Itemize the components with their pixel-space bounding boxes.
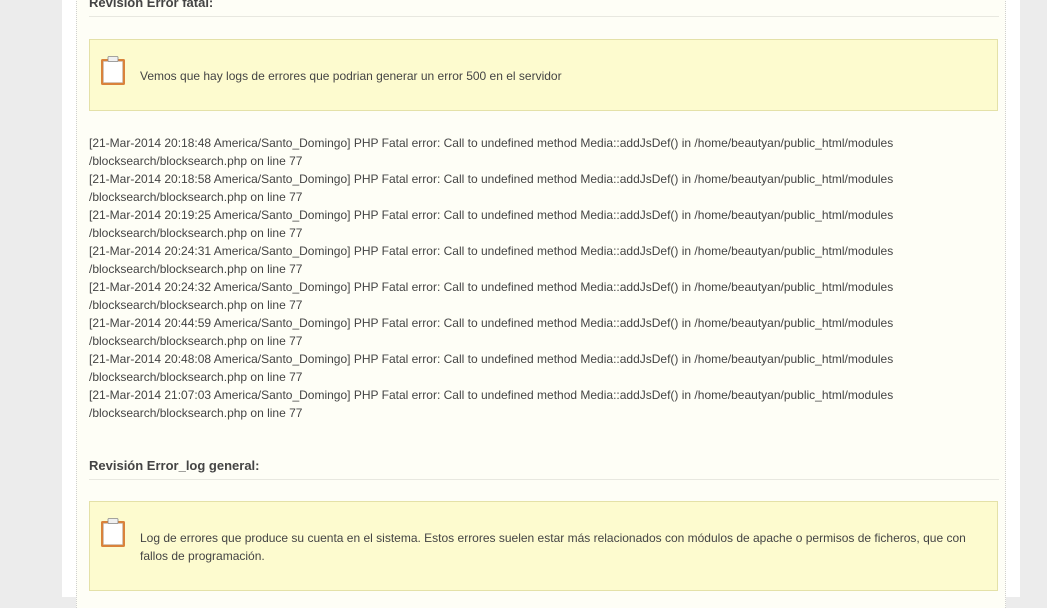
log-entry: [21-Mar-2014 20:19:25 America/Santo_Domi…	[89, 206, 1001, 242]
log-entry-text: [21-Mar-2014 21:07:03 America/Santo_Domi…	[89, 388, 894, 402]
section-heading-general: Revisión Error_log general:	[89, 458, 999, 480]
log-entry-text: [21-Mar-2014 20:18:48 America/Santo_Domi…	[89, 136, 894, 150]
fatal-log-list: [21-Mar-2014 20:18:48 America/Santo_Domi…	[89, 134, 1001, 422]
notice-box-fatal: Vemos que hay logs de errores que podria…	[89, 39, 998, 111]
log-entry: [21-Mar-2014 20:24:32 America/Santo_Domi…	[89, 278, 1001, 314]
log-entry-path: /blocksearch/blocksearch.php on line 77	[89, 334, 303, 348]
log-entry-text: [21-Mar-2014 20:48:08 America/Santo_Domi…	[89, 352, 894, 366]
log-entry-text: [21-Mar-2014 20:18:58 America/Santo_Domi…	[89, 172, 894, 186]
log-entry: [21-Mar-2014 20:48:08 America/Santo_Domi…	[89, 350, 1001, 386]
page-panel: Revisión Error fatal: Vemos que hay logs…	[62, 0, 1020, 608]
log-entry-path: /blocksearch/blocksearch.php on line 77	[89, 226, 303, 240]
log-entry-path: /blocksearch/blocksearch.php on line 77	[89, 298, 303, 312]
clipboard-icon	[101, 518, 125, 547]
log-entry-text: [21-Mar-2014 20:24:32 America/Santo_Domi…	[89, 280, 894, 294]
page-margin-left	[0, 0, 62, 597]
section-heading-fatal: Revisión Error fatal:	[89, 0, 999, 17]
page-margin-right	[1020, 0, 1047, 597]
clipboard-icon	[101, 56, 125, 85]
log-entry-path: /blocksearch/blocksearch.php on line 77	[89, 190, 303, 204]
log-entry-path: /blocksearch/blocksearch.php on line 77	[89, 370, 303, 384]
log-entry-path: /blocksearch/blocksearch.php on line 77	[89, 406, 303, 420]
content-area: Revisión Error fatal: Vemos que hay logs…	[76, 0, 1006, 608]
log-entry: [21-Mar-2014 20:18:58 America/Santo_Domi…	[89, 170, 1001, 206]
log-entry: [21-Mar-2014 20:24:31 America/Santo_Domi…	[89, 242, 1001, 278]
log-entry: [21-Mar-2014 20:18:48 America/Santo_Domi…	[89, 134, 1001, 170]
log-entry-text: [21-Mar-2014 20:24:31 America/Santo_Domi…	[89, 244, 894, 258]
log-entry: [21-Mar-2014 21:07:03 America/Santo_Domi…	[89, 386, 1001, 422]
notice-text-general: Log de errores que produce su cuenta en …	[140, 531, 966, 563]
log-entry-path: /blocksearch/blocksearch.php on line 77	[89, 154, 303, 168]
notice-box-general: Log de errores que produce su cuenta en …	[89, 501, 998, 591]
log-entry-text: [21-Mar-2014 20:44:59 America/Santo_Domi…	[89, 316, 894, 330]
log-entry-path: /blocksearch/blocksearch.php on line 77	[89, 262, 303, 276]
log-entry: [21-Mar-2014 20:44:59 America/Santo_Domi…	[89, 314, 1001, 350]
notice-text-fatal: Vemos que hay logs de errores que podria…	[140, 69, 562, 83]
log-entry-text: [21-Mar-2014 20:19:25 America/Santo_Domi…	[89, 208, 894, 222]
